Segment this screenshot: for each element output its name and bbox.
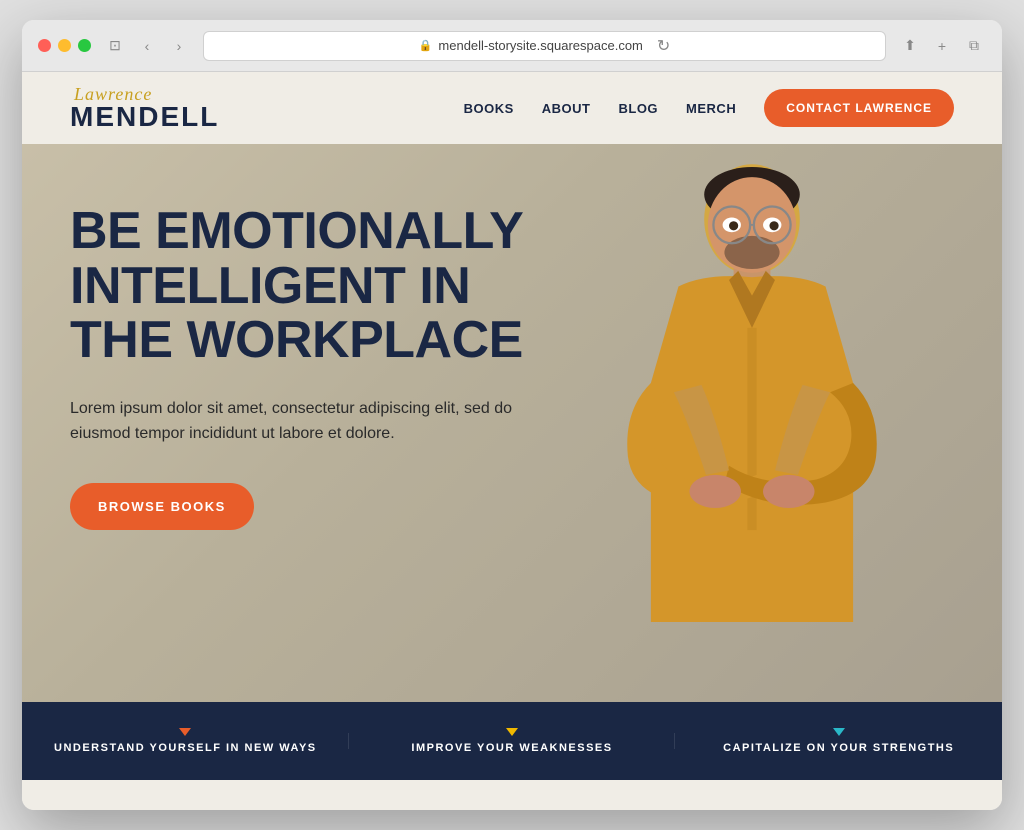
- person-svg: [582, 144, 922, 622]
- arrow-icon-0: [179, 728, 191, 736]
- person-figure: [562, 144, 942, 622]
- arrow-icon-2: [833, 728, 845, 736]
- close-button[interactable]: [38, 39, 51, 52]
- new-tab-icon[interactable]: +: [930, 34, 954, 58]
- bottom-bar: UNDERSTAND YOURSELF IN NEW WAYS IMPROVE …: [22, 702, 1002, 780]
- page-content: Lawrence MENDELL BOOKS ABOUT BLOG MERCH …: [22, 72, 1002, 810]
- reload-icon[interactable]: ↻: [657, 36, 670, 56]
- hero-subtext: Lorem ipsum dolor sit amet, consectetur …: [70, 396, 530, 447]
- hero-headline-line2: INTELLIGENT IN: [70, 257, 470, 315]
- hero-headline-line1: BE EMOTIONALLY: [70, 202, 523, 260]
- hero-headline-line3: THE WORKPLACE: [70, 311, 523, 369]
- window-icon[interactable]: ⊡: [103, 34, 127, 58]
- hero-headline: BE EMOTIONALLY INTELLIGENT IN THE WORKPL…: [70, 204, 534, 368]
- browse-books-button[interactable]: BROWSE BOOKS: [70, 483, 254, 530]
- hero-text: BE EMOTIONALLY INTELLIGENT IN THE WORKPL…: [22, 144, 582, 570]
- below-bar: [22, 780, 1002, 810]
- bar-label-1: IMPROVE YOUR WEAKNESSES: [411, 742, 612, 754]
- arrow-icon-1: [506, 728, 518, 736]
- logo-main: MENDELL: [70, 103, 219, 131]
- bottom-bar-item-2[interactable]: CAPITALIZE ON YOUR STRENGTHS: [675, 728, 1002, 754]
- browser-nav: ⊡ ‹ ›: [103, 34, 191, 58]
- browser-actions: ⬆ + ⧉: [898, 34, 986, 58]
- nav-about[interactable]: ABOUT: [542, 101, 591, 116]
- back-button[interactable]: ‹: [135, 34, 159, 58]
- address-bar[interactable]: 🔒 mendell-storysite.squarespace.com ↻: [203, 31, 886, 61]
- lock-icon: 🔒: [419, 39, 433, 52]
- url-text: mendell-storysite.squarespace.com: [438, 38, 642, 53]
- minimize-button[interactable]: [58, 39, 71, 52]
- nav-blog[interactable]: BLOG: [618, 101, 658, 116]
- navbar: Lawrence MENDELL BOOKS ABOUT BLOG MERCH …: [22, 72, 1002, 144]
- nav-links: BOOKS ABOUT BLOG MERCH CONTACT LAWRENCE: [464, 89, 954, 127]
- logo[interactable]: Lawrence MENDELL: [70, 85, 219, 131]
- forward-button[interactable]: ›: [167, 34, 191, 58]
- tab-overview-icon[interactable]: ⧉: [962, 34, 986, 58]
- contact-button[interactable]: CONTACT LAWRENCE: [764, 89, 954, 127]
- browser-chrome: ⊡ ‹ › 🔒 mendell-storysite.squarespace.co…: [22, 20, 1002, 72]
- nav-merch[interactable]: MERCH: [686, 101, 736, 116]
- hero-section: BE EMOTIONALLY INTELLIGENT IN THE WORKPL…: [22, 144, 1002, 702]
- share-icon[interactable]: ⬆: [898, 34, 922, 58]
- nav-books[interactable]: BOOKS: [464, 101, 514, 116]
- maximize-button[interactable]: [78, 39, 91, 52]
- bar-label-0: UNDERSTAND YOURSELF IN NEW WAYS: [54, 742, 317, 754]
- bottom-bar-items: UNDERSTAND YOURSELF IN NEW WAYS IMPROVE …: [22, 728, 1002, 754]
- bottom-bar-item-1[interactable]: IMPROVE YOUR WEAKNESSES: [349, 728, 676, 754]
- bar-label-2: CAPITALIZE ON YOUR STRENGTHS: [723, 742, 954, 754]
- traffic-lights: [38, 39, 91, 52]
- bottom-bar-item-0[interactable]: UNDERSTAND YOURSELF IN NEW WAYS: [22, 728, 349, 754]
